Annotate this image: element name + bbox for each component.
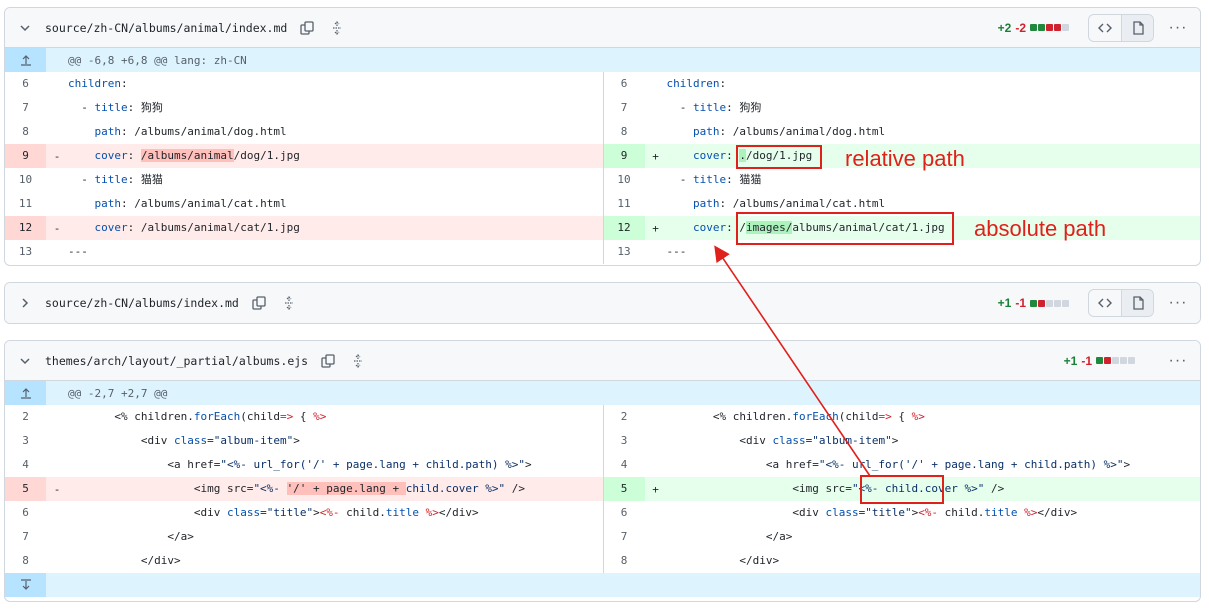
annotation-arrow (714, 245, 871, 477)
